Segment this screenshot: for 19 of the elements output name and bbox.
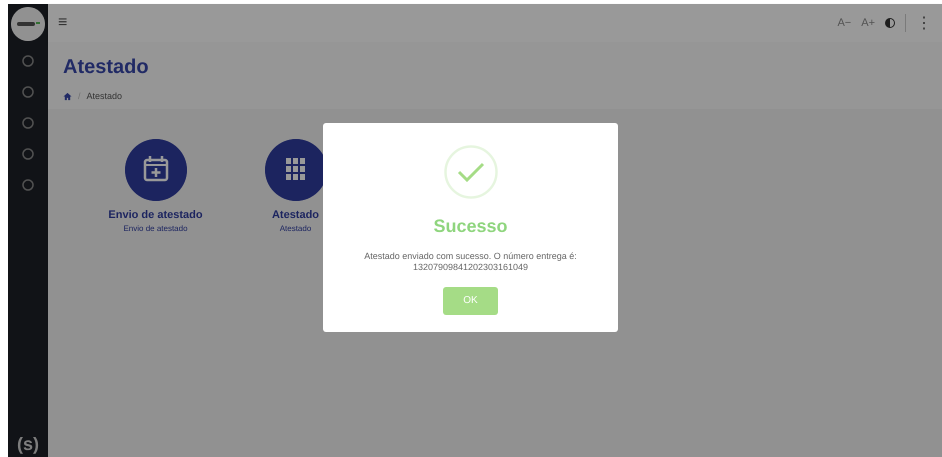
card-title[interactable]: Atestado	[272, 209, 320, 221]
checkmark-icon	[444, 145, 498, 199]
breadcrumb-item: Atestado	[86, 91, 122, 101]
dialog-title: Sucesso	[433, 216, 508, 237]
card-subtitle: Envio de atestado	[123, 224, 188, 233]
more-button[interactable]: ⋮	[916, 13, 932, 33]
contrast-icon[interactable]	[885, 18, 895, 28]
calendar-plus-icon[interactable]	[124, 139, 186, 201]
menu-button[interactable]: ≡	[58, 14, 68, 32]
card-title[interactable]: Envio de atestado	[108, 209, 203, 221]
footer-logo: (s)	[17, 434, 39, 455]
page-title: Atestado	[63, 56, 150, 79]
logo-icon[interactable]	[11, 7, 45, 41]
font-decrease-button[interactable]: A−	[837, 17, 852, 29]
home-icon[interactable]	[63, 92, 72, 100]
card-subtitle: Atestado	[280, 224, 312, 233]
breadcrumb-separator: /	[78, 91, 81, 101]
font-increase-button[interactable]: A+	[861, 17, 875, 29]
dialog-message: Atestado enviado com sucesso. O número entrega é: 13207909841202303161049	[364, 251, 577, 273]
